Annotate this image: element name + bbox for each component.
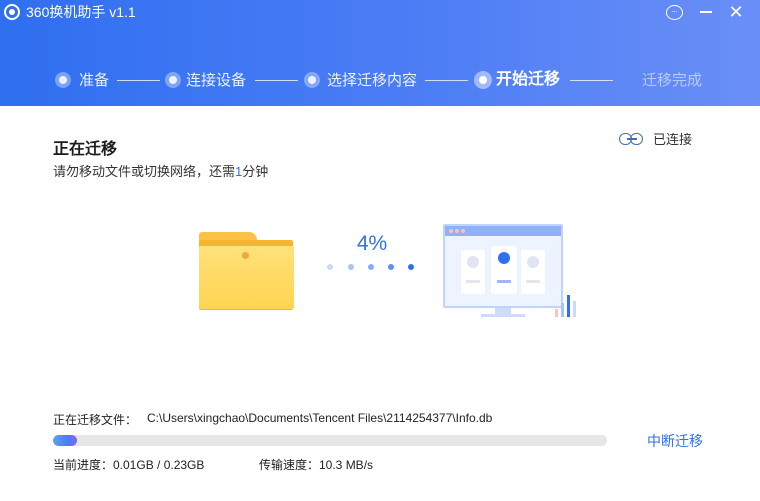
close-button[interactable]: ✕ bbox=[721, 0, 751, 24]
step-3-label: 选择迁移内容 bbox=[327, 72, 418, 89]
migration-notice: 请勿移动文件或切换网络，还需1分钟 bbox=[53, 161, 268, 180]
current-progress: 当前进度：0.01GB / 0.23GB bbox=[53, 458, 205, 472]
current-file-label: 正在迁移文件： bbox=[53, 413, 138, 427]
transfer-dot bbox=[408, 264, 414, 270]
header-banner: 360换机助手 v1.1 ··· ✕ 准备 连接设备 选择迁移内容 开始迁移 迁… bbox=[0, 0, 760, 106]
feedback-icon: ··· bbox=[665, 4, 683, 20]
connection-status-label: 已连接 bbox=[653, 131, 693, 147]
minimize-button[interactable] bbox=[691, 0, 721, 24]
app-logo-icon bbox=[4, 4, 20, 20]
notice-suffix: 分钟 bbox=[242, 164, 269, 179]
folder-icon bbox=[199, 232, 295, 310]
transfer-dot bbox=[327, 264, 333, 270]
step-5-label: 迁移完成 bbox=[642, 72, 703, 89]
step-3-dot-icon bbox=[304, 72, 320, 88]
progress-bar-fill bbox=[53, 435, 77, 446]
app-title: 360换机助手 v1.1 bbox=[26, 4, 136, 20]
connection-status: 已连接 bbox=[619, 128, 692, 148]
transfer-dot bbox=[388, 264, 394, 270]
computer-monitor-icon bbox=[443, 224, 583, 319]
page-title: 正在迁移 bbox=[53, 141, 118, 158]
step-connector bbox=[255, 80, 298, 81]
progress-bar bbox=[53, 435, 607, 446]
link-icon bbox=[619, 131, 645, 145]
feedback-button[interactable]: ··· bbox=[659, 0, 689, 24]
title-bar: 360换机助手 v1.1 ··· ✕ bbox=[0, 0, 760, 26]
step-4-dot-icon bbox=[474, 71, 492, 89]
progress-percent: 4% bbox=[356, 232, 388, 255]
step-connector bbox=[425, 80, 468, 81]
notice-prefix: 请勿移动文件或切换网络，还需 bbox=[53, 164, 236, 179]
step-1-label: 准备 bbox=[79, 72, 110, 89]
step-1-dot-icon bbox=[55, 72, 71, 88]
transfer-dot bbox=[348, 264, 354, 270]
step-2-dot-icon bbox=[165, 72, 181, 88]
current-file-path: C:\Users\xingchao\Documents\Tencent File… bbox=[147, 411, 493, 425]
stop-migration-button[interactable]: 中断迁移 bbox=[647, 431, 703, 451]
close-icon: ✕ bbox=[728, 2, 744, 22]
step-4-label: 开始迁移 bbox=[496, 71, 561, 88]
transfer-dot bbox=[368, 264, 374, 270]
step-connector bbox=[117, 80, 160, 81]
step-connector bbox=[570, 80, 613, 81]
minimize-icon bbox=[700, 11, 712, 13]
step-2-label: 连接设备 bbox=[186, 72, 247, 89]
transfer-speed: 传输速度：10.3 MB/s bbox=[259, 458, 374, 472]
